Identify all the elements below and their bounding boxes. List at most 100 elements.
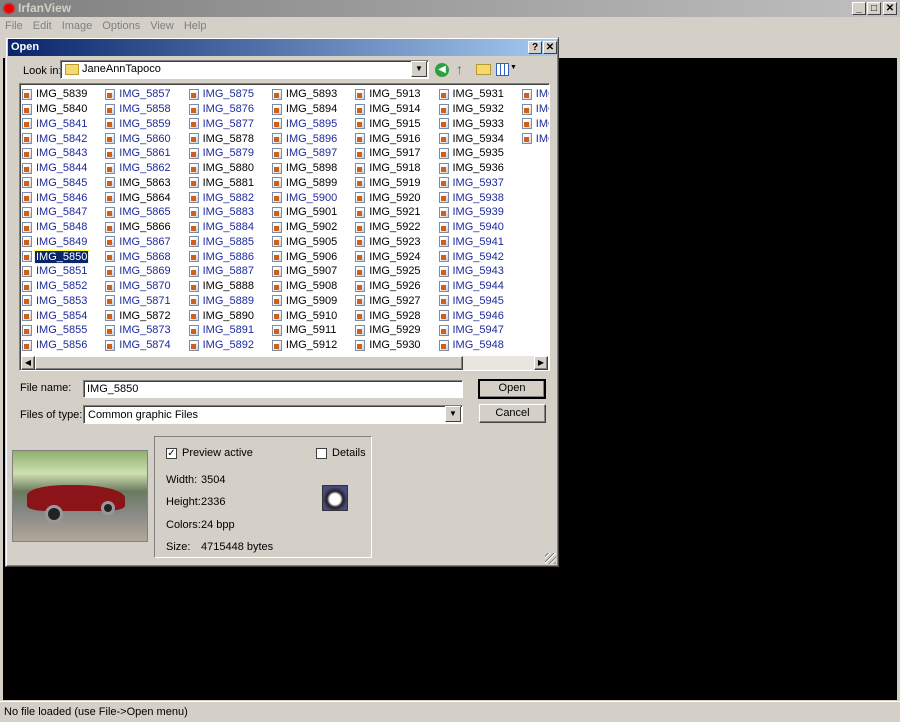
file-item[interactable]: IMG_5932 bbox=[438, 102, 521, 117]
file-item[interactable]: IMG_5845 bbox=[22, 176, 104, 191]
file-item[interactable]: IMG_5841 bbox=[22, 117, 104, 132]
file-item[interactable]: IMG_5884 bbox=[188, 220, 271, 235]
file-item[interactable]: IMG_5927 bbox=[355, 294, 437, 309]
file-item[interactable]: IMG_5943 bbox=[438, 264, 521, 279]
view-menu-arrow-icon[interactable]: ▼ bbox=[510, 64, 517, 71]
file-item[interactable]: IMG_5937 bbox=[438, 176, 521, 191]
file-item[interactable]: IMG_5871 bbox=[105, 294, 187, 309]
details-checkbox[interactable] bbox=[316, 448, 327, 459]
menu-view[interactable]: View bbox=[145, 17, 179, 35]
file-item[interactable]: IMG_5947 bbox=[438, 323, 521, 338]
file-item[interactable]: IMG_5847 bbox=[22, 205, 104, 220]
file-name-input[interactable]: IMG_5850 bbox=[83, 380, 463, 398]
file-item[interactable]: IMG_5920 bbox=[355, 190, 437, 205]
file-item[interactable]: IMG_5839 bbox=[22, 87, 104, 102]
file-item[interactable]: IMG_5873 bbox=[105, 323, 187, 338]
file-item[interactable]: IMG_5880 bbox=[188, 161, 271, 176]
file-item[interactable]: IMG_5897 bbox=[271, 146, 354, 161]
file-item[interactable]: IMG_5910 bbox=[271, 308, 354, 323]
file-item[interactable]: IMG_5906 bbox=[271, 249, 354, 264]
file-item[interactable]: IMG_5860 bbox=[105, 131, 187, 146]
file-item[interactable]: IMG_5886 bbox=[188, 249, 271, 264]
file-item[interactable]: IMG_5921 bbox=[355, 205, 437, 220]
file-item[interactable]: IMG_5894 bbox=[271, 102, 354, 117]
file-item[interactable]: IMG_5929 bbox=[355, 323, 437, 338]
file-item[interactable]: IMG_5869 bbox=[105, 264, 187, 279]
menu-help[interactable]: Help bbox=[179, 17, 212, 35]
file-item[interactable]: IMG_5918 bbox=[355, 161, 437, 176]
file-item[interactable]: IMG_5892 bbox=[188, 338, 271, 353]
file-item[interactable]: IMG_5850 bbox=[22, 249, 104, 264]
preview-active-checkbox[interactable]: ✓ bbox=[166, 448, 177, 459]
file-item[interactable]: IMG_5908 bbox=[271, 279, 354, 294]
help-button[interactable]: ? bbox=[528, 41, 542, 54]
file-item[interactable]: IMG_5916 bbox=[355, 131, 437, 146]
file-item[interactable]: IMG_5842 bbox=[22, 131, 104, 146]
file-item[interactable]: IMG_5883 bbox=[188, 205, 271, 220]
file-item[interactable]: IMG_5899 bbox=[271, 176, 354, 191]
file-item[interactable]: IMG_5888 bbox=[188, 279, 271, 294]
file-item[interactable]: IMG_5915 bbox=[355, 117, 437, 132]
file-item[interactable]: IMG_5851 bbox=[22, 264, 104, 279]
file-item[interactable]: IMG_5878 bbox=[188, 131, 271, 146]
file-item[interactable]: IMG_5917 bbox=[355, 146, 437, 161]
file-item[interactable]: IMG_5919 bbox=[355, 176, 437, 191]
up-folder-icon[interactable]: ↑ bbox=[456, 61, 468, 77]
file-item[interactable]: IMG_5949 bbox=[521, 87, 549, 102]
file-item[interactable]: IMG_5891 bbox=[188, 323, 271, 338]
file-item[interactable]: IMG_5911 bbox=[271, 323, 354, 338]
file-item[interactable]: IMG_5942 bbox=[438, 249, 521, 264]
chevron-down-icon[interactable]: ▼ bbox=[411, 61, 427, 77]
file-item[interactable]: IMG_5950 bbox=[521, 102, 549, 117]
file-item[interactable]: IMG_5854 bbox=[22, 308, 104, 323]
file-item[interactable]: IMG_5889 bbox=[188, 294, 271, 309]
file-item[interactable]: IMG_5867 bbox=[105, 235, 187, 250]
file-item[interactable]: IMG_5863 bbox=[105, 176, 187, 191]
file-item[interactable]: IMG_5849 bbox=[22, 235, 104, 250]
file-item[interactable]: IMG_5855 bbox=[22, 323, 104, 338]
file-item[interactable]: IMG_5912 bbox=[271, 338, 354, 353]
file-item[interactable]: IMG_5895 bbox=[271, 117, 354, 132]
scrollbar-thumb[interactable] bbox=[35, 356, 463, 370]
horizontal-scrollbar[interactable]: ◀ ▶ bbox=[21, 356, 548, 370]
file-item[interactable]: IMG_5933 bbox=[438, 117, 521, 132]
file-item[interactable]: IMG_5890 bbox=[188, 308, 271, 323]
file-item[interactable]: IMG_5940 bbox=[438, 220, 521, 235]
file-item[interactable]: IMG_5924 bbox=[355, 249, 437, 264]
new-folder-icon[interactable] bbox=[476, 64, 491, 75]
menu-edit[interactable]: Edit bbox=[28, 17, 57, 35]
file-item[interactable]: IMG_5922 bbox=[355, 220, 437, 235]
file-item[interactable]: IMG_5938 bbox=[438, 190, 521, 205]
back-icon[interactable]: ◀ bbox=[435, 63, 449, 77]
file-item[interactable]: IMG_5952 bbox=[521, 131, 549, 146]
close-button[interactable]: ✕ bbox=[883, 2, 897, 15]
scroll-left-button[interactable]: ◀ bbox=[21, 356, 35, 370]
resize-grip[interactable] bbox=[545, 553, 556, 564]
file-item[interactable]: IMG_5931 bbox=[438, 87, 521, 102]
file-item[interactable]: IMG_5925 bbox=[355, 264, 437, 279]
file-item[interactable]: IMG_5930 bbox=[355, 338, 437, 353]
file-item[interactable]: IMG_5866 bbox=[105, 220, 187, 235]
file-item[interactable]: IMG_5901 bbox=[271, 205, 354, 220]
file-item[interactable]: IMG_5877 bbox=[188, 117, 271, 132]
file-item[interactable]: IMG_5858 bbox=[105, 102, 187, 117]
file-item[interactable]: IMG_5898 bbox=[271, 161, 354, 176]
file-item[interactable]: IMG_5902 bbox=[271, 220, 354, 235]
file-item[interactable]: IMG_5923 bbox=[355, 235, 437, 250]
file-item[interactable]: IMG_5856 bbox=[22, 338, 104, 353]
file-item[interactable]: IMG_5935 bbox=[438, 146, 521, 161]
file-item[interactable]: IMG_5934 bbox=[438, 131, 521, 146]
open-button[interactable]: Open bbox=[478, 379, 546, 399]
file-item[interactable]: IMG_5939 bbox=[438, 205, 521, 220]
file-item[interactable]: IMG_5896 bbox=[271, 131, 354, 146]
file-item[interactable]: IMG_5848 bbox=[22, 220, 104, 235]
file-item[interactable]: IMG_5879 bbox=[188, 146, 271, 161]
file-item[interactable]: IMG_5944 bbox=[438, 279, 521, 294]
file-item[interactable]: IMG_5881 bbox=[188, 176, 271, 191]
minimize-button[interactable]: _ bbox=[852, 2, 866, 15]
file-item[interactable]: IMG_5874 bbox=[105, 338, 187, 353]
file-list[interactable]: IMG_5839 IMG_5840 IMG_5841 IMG_5842 IMG_5843… bbox=[19, 83, 550, 371]
file-item[interactable]: IMG_5840 bbox=[22, 102, 104, 117]
file-item[interactable]: IMG_5936 bbox=[438, 161, 521, 176]
menu-options[interactable]: Options bbox=[97, 17, 145, 35]
